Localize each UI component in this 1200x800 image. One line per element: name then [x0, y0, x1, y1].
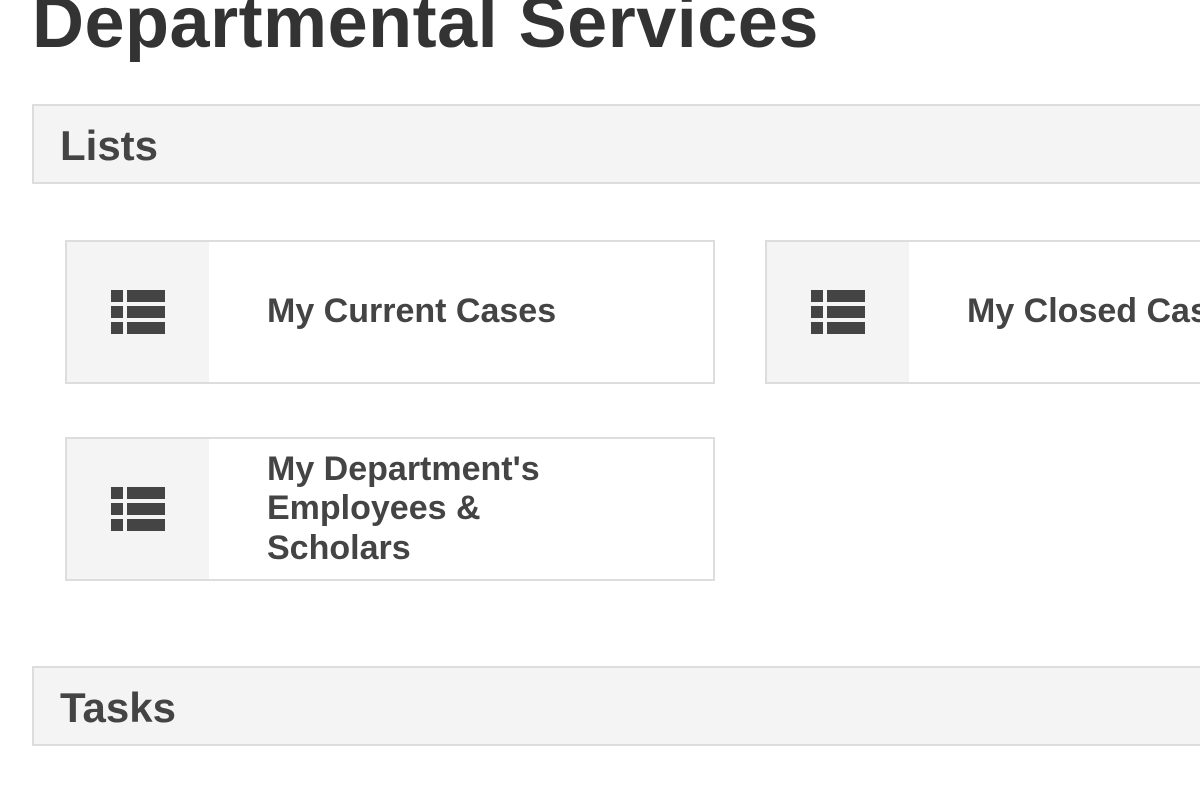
tile-my-current-cases[interactable]: My Current Cases — [65, 240, 715, 384]
tasks-section-title: Tasks — [60, 684, 176, 731]
lists-section-header: Lists — [32, 104, 1200, 184]
tile-label: My Current Cases — [267, 292, 557, 331]
lists-section-title: Lists — [60, 122, 159, 169]
tile-icon-box — [67, 439, 209, 579]
tile-label: My Department's Employees & Scholars — [267, 450, 540, 567]
list-icon — [111, 487, 165, 531]
tile-label: My Closed Cases — [967, 292, 1200, 331]
list-icon — [811, 290, 865, 334]
page-title: Departmental Services — [32, 0, 819, 63]
list-icon — [111, 290, 165, 334]
tile-my-department-employees-scholars[interactable]: My Department's Employees & Scholars — [65, 437, 715, 581]
tasks-section-header: Tasks — [32, 666, 1200, 746]
tile-icon-box — [67, 242, 209, 382]
tile-icon-box — [767, 242, 909, 382]
tile-my-closed-cases[interactable]: My Closed Cases — [765, 240, 1200, 384]
departmental-services-page: Departmental Services Lists My Current C… — [0, 0, 1200, 800]
